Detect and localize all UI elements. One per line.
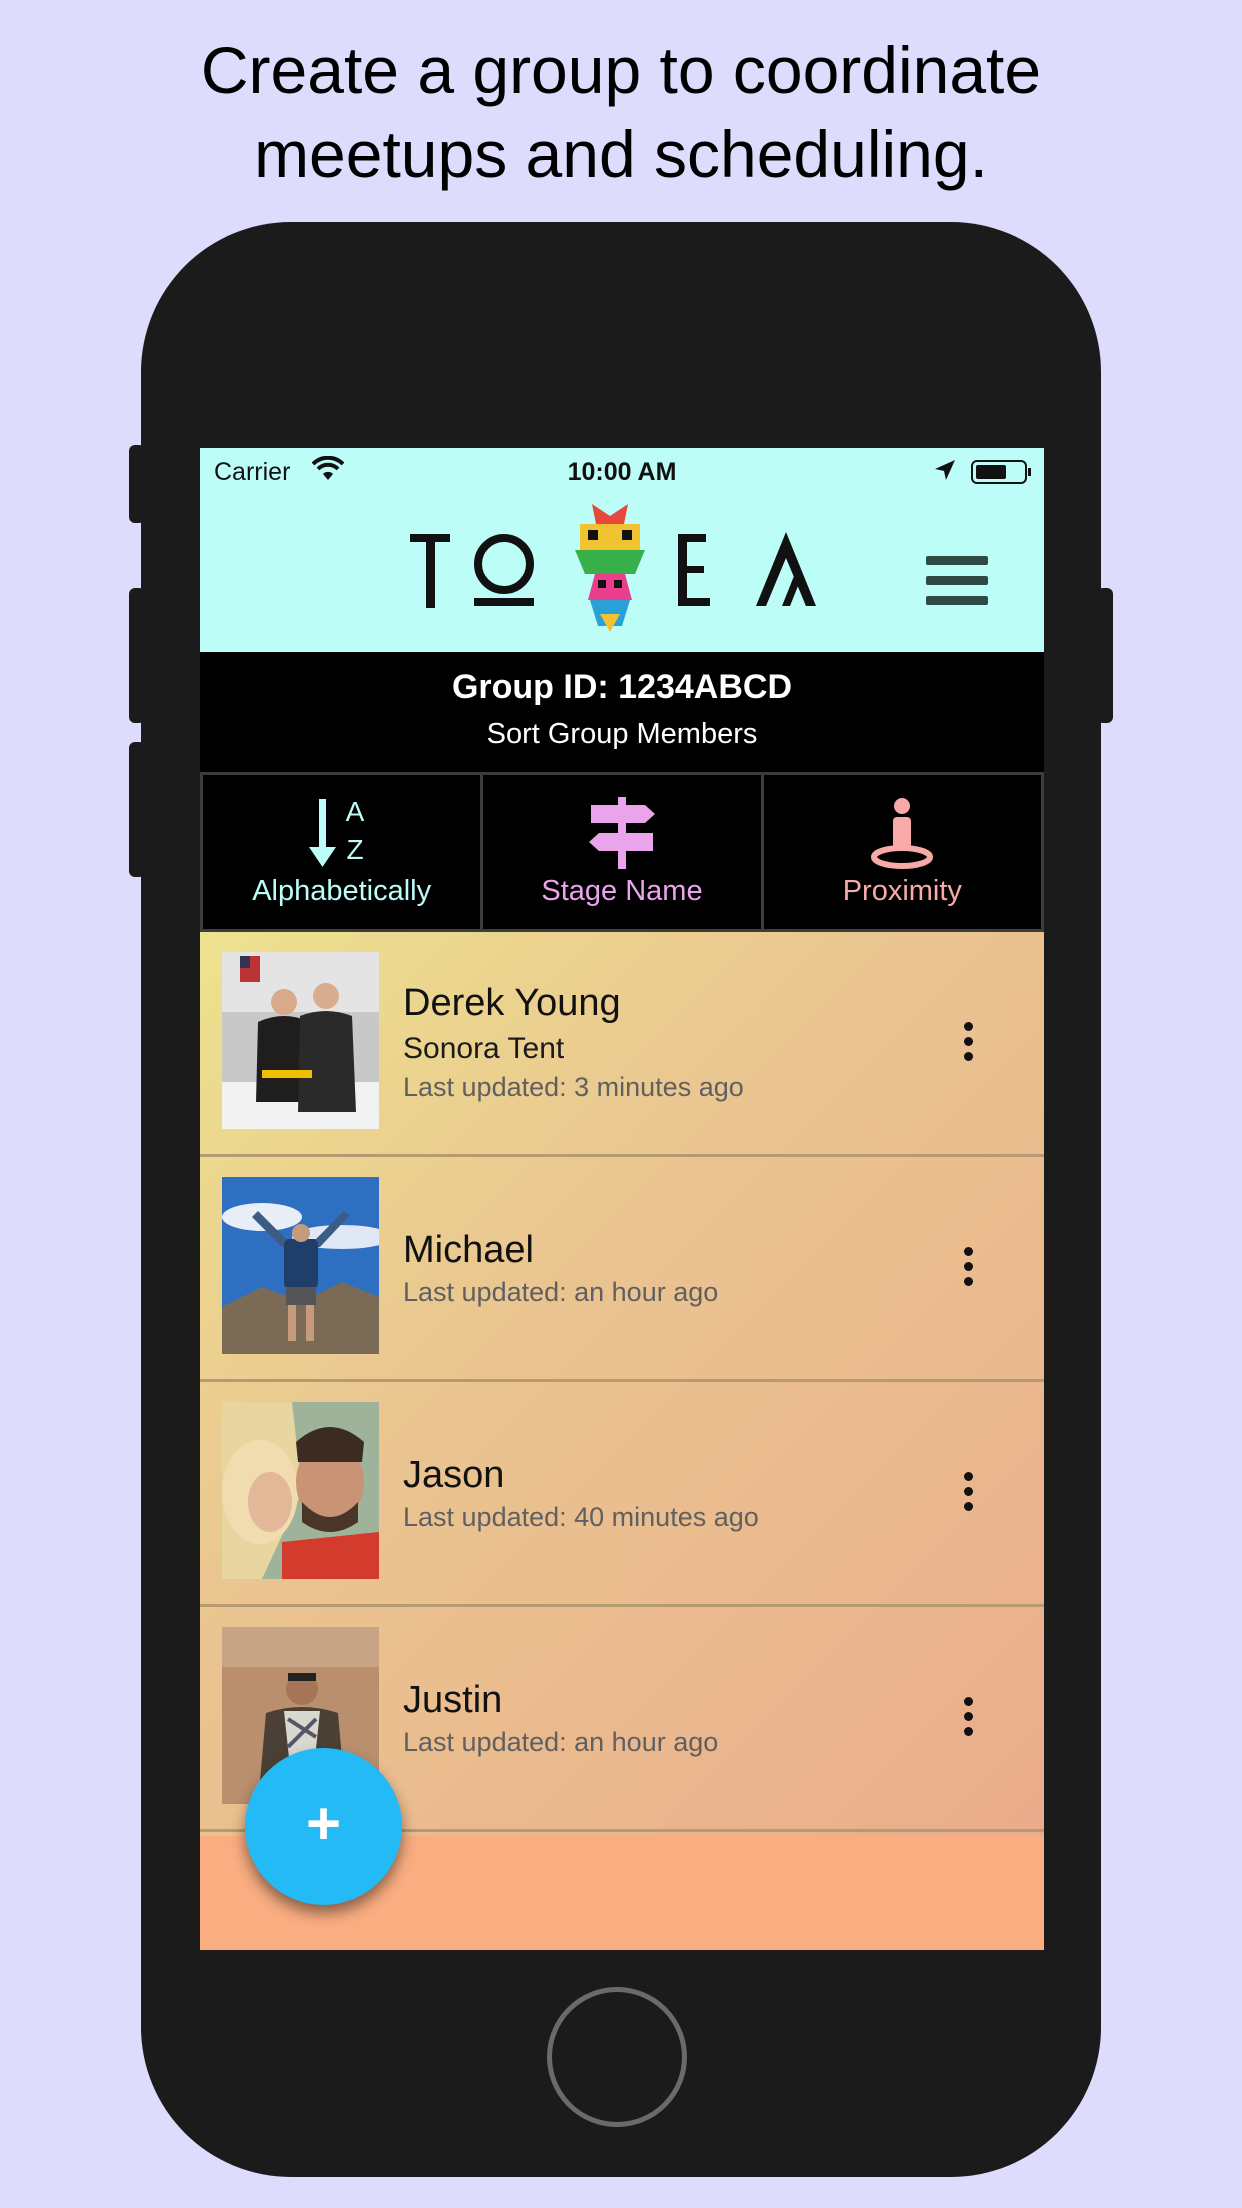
more-options-icon[interactable] (958, 1472, 978, 1516)
sort-az-icon: A Z (308, 797, 364, 867)
status-bar: Carrier 10:00 AM (200, 448, 1044, 494)
member-photo (222, 1402, 379, 1579)
member-last-updated: Last updated: 3 minutes ago (403, 1072, 744, 1102)
add-member-button[interactable]: + (245, 1748, 402, 1905)
person-pin-icon (871, 798, 934, 869)
caption-line-2: meetups and scheduling. (254, 117, 988, 191)
location-arrow-icon (933, 458, 957, 489)
status-time: 10:00 AM (567, 458, 677, 486)
member-last-updated: Last updated: an hour ago (403, 1277, 719, 1307)
add-icon: + (305, 1790, 342, 1857)
svg-text:A: A (345, 797, 364, 827)
member-name: Justin (403, 1679, 503, 1721)
sort-alphabetically-label: Alphabetically (252, 875, 432, 907)
sort-proximity-label: Proximity (842, 875, 962, 907)
totem-logo (410, 504, 830, 634)
member-item[interactable]: Jason Last updated: 40 minutes ago (200, 1382, 1044, 1607)
member-last-updated: Last updated: an hour ago (403, 1727, 719, 1757)
member-list: Derek Young Sonora Tent Last updated: 3 … (200, 932, 1044, 1836)
sort-proximity-button[interactable]: Proximity (760, 772, 1044, 932)
hamburger-menu-icon[interactable] (926, 556, 988, 606)
app-screen: Carrier 10:00 AM Group ID: 1234ABCD Sort… (200, 448, 1044, 1950)
more-options-icon[interactable] (958, 1697, 978, 1741)
member-photo (222, 1177, 379, 1354)
signpost-icon (588, 797, 655, 869)
member-stage: Sonora Tent (403, 1032, 565, 1065)
member-last-updated: Last updated: 40 minutes ago (403, 1502, 759, 1532)
battery-icon (971, 460, 1033, 491)
more-options-icon[interactable] (958, 1247, 978, 1291)
marketing-caption: Create a group to coordinate meetups and… (0, 28, 1242, 196)
sort-members-title: Sort Group Members (486, 718, 758, 750)
sort-stage-name-label: Stage Name (541, 875, 703, 907)
home-button[interactable] (547, 1987, 687, 2127)
group-id-label: Group ID: 1234ABCD (451, 668, 793, 706)
svg-text:Z: Z (346, 834, 363, 865)
member-name: Derek Young (403, 982, 621, 1024)
member-name: Michael (403, 1229, 534, 1271)
group-info-bar: Group ID: 1234ABCD Sort Group Members (200, 652, 1044, 772)
member-item[interactable]: Derek Young Sonora Tent Last updated: 3 … (200, 932, 1044, 1157)
app-header (200, 494, 1044, 652)
member-name: Jason (403, 1454, 505, 1496)
sort-stage-name-button[interactable]: Stage Name (480, 772, 761, 932)
caption-line-1: Create a group to coordinate (200, 33, 1042, 107)
more-options-icon[interactable] (958, 1022, 978, 1066)
sort-options: A Z Alphabetically Stage Name Proximity (200, 772, 1044, 932)
member-photo (222, 952, 379, 1129)
member-item[interactable]: Michael Last updated: an hour ago (200, 1157, 1044, 1382)
sort-alphabetically-button[interactable]: A Z Alphabetically (200, 772, 481, 932)
